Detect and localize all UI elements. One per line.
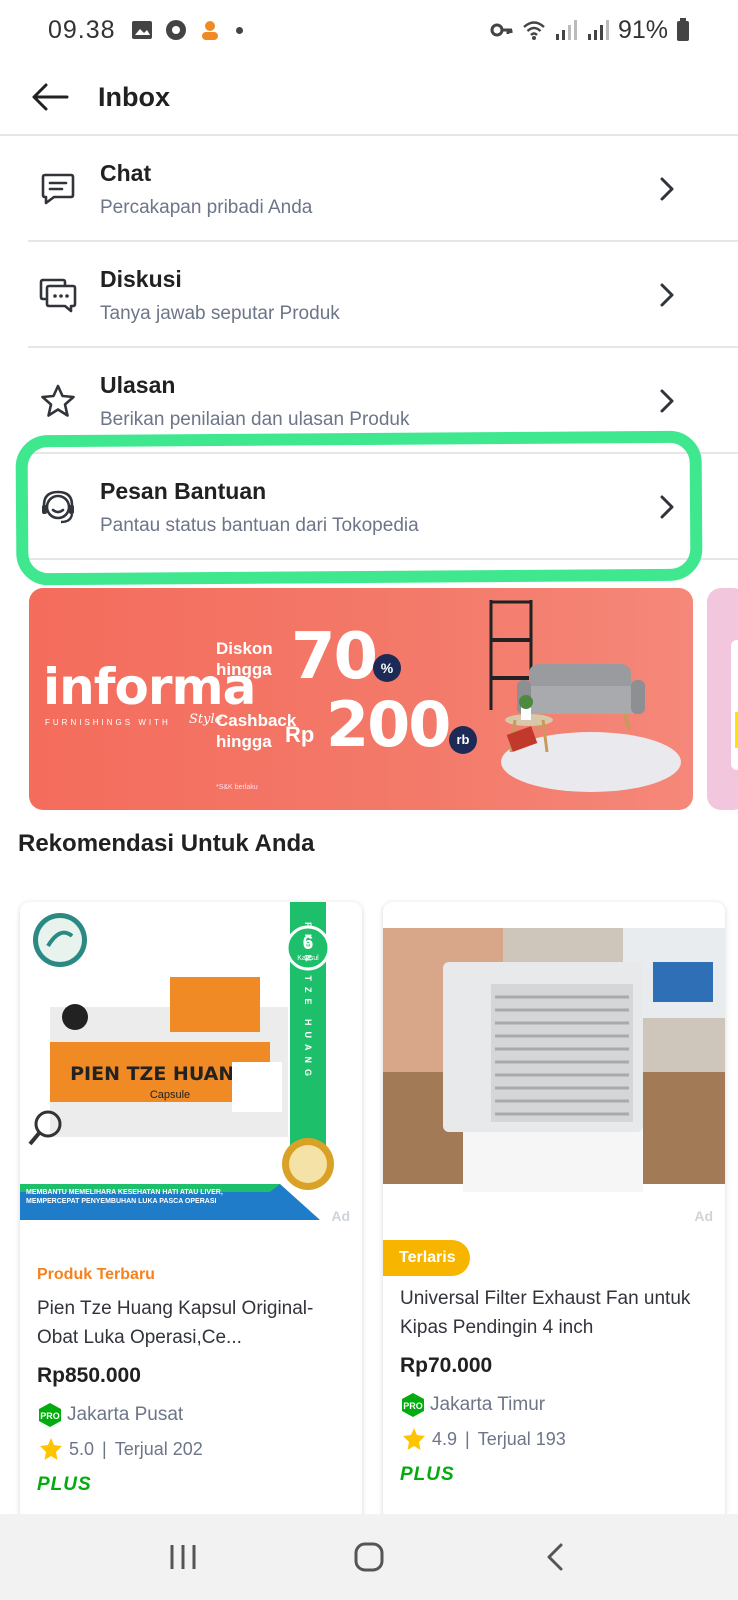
svg-text:PIEN TZE HUANG: PIEN TZE HUANG <box>70 1063 250 1085</box>
pro-badge-icon: PRO <box>402 1393 424 1417</box>
system-back-button[interactable] <box>525 1527 585 1587</box>
product-name: Universal Filter Exhaust Fan untuk Kipas… <box>400 1288 691 1338</box>
battery-percent: 91% <box>617 15 668 44</box>
promo-discount-value: 70 <box>291 620 378 694</box>
ulasan-subtitle: Berikan penilaian dan ulasan Produk <box>100 408 410 430</box>
ad-label: Ad <box>331 1208 350 1224</box>
inbox-item-diskusi[interactable]: Diskusi Tanya jawab seputar Produk <box>0 242 738 348</box>
battery-icon <box>677 18 689 41</box>
product-name: Pien Tze Huang Kapsul Original- Obat Luk… <box>37 1298 314 1348</box>
status-time: 09.38 <box>48 15 116 44</box>
svg-text:PRO: PRO <box>403 1401 423 1411</box>
status-bar: 09.38 91% <box>0 0 738 60</box>
product-card[interactable]: 6 Kapsul PIEN TZE HUANG PIEN TZE HUANG C… <box>20 902 362 1522</box>
home-icon <box>354 1542 384 1572</box>
recommendations-title: Rekomendasi Untuk Anda <box>18 830 315 857</box>
svg-text:PIEN TZE HUANG: PIEN TZE HUANG <box>303 922 313 1082</box>
inbox-item-chat[interactable]: Chat Percakapan pribadi Anda <box>0 136 738 242</box>
ulasan-title: Ulasan <box>100 371 176 398</box>
sold-count: Terjual 193 <box>477 1428 566 1449</box>
chat-title: Chat <box>100 159 152 186</box>
app-notification-icon <box>165 20 186 40</box>
terms-text: *S&K berlaku <box>216 784 258 791</box>
brand-tagline: FURNISHINGS WITH <box>45 718 171 727</box>
furniture-illustration <box>489 600 681 792</box>
product-image: 6 Kapsul PIEN TZE HUANG PIEN TZE HUANG C… <box>20 902 362 1244</box>
product-badge: Terlaris <box>383 1240 470 1276</box>
sold-count: Terjual 202 <box>114 1438 203 1459</box>
product-card[interactable]: Ad Terlaris Universal Filter Exhaust Fan… <box>383 902 725 1522</box>
percent-badge: % <box>373 654 401 682</box>
home-button[interactable] <box>339 1527 399 1587</box>
plus-badge: PLUS <box>400 1464 455 1485</box>
star-rating-icon <box>403 1428 425 1450</box>
chevron-right-icon <box>652 174 682 204</box>
diskusi-subtitle: Tanya jawab seputar Produk <box>100 302 340 324</box>
svg-text:PRO: PRO <box>40 1411 60 1421</box>
avatar-notification-icon <box>201 21 218 40</box>
signal-icon <box>555 20 577 40</box>
location-text: Jakarta Pusat <box>67 1404 184 1425</box>
discussion-icon <box>38 275 78 315</box>
location-text: Jakarta Timur <box>430 1394 546 1415</box>
chat-icon <box>38 169 78 209</box>
back-button[interactable] <box>22 69 78 125</box>
more-notifications-dot <box>235 26 243 34</box>
promo-banner[interactable]: informa FURNISHINGS WITH Style Diskon hi… <box>29 588 693 810</box>
rating-row: 5.0 | Terjual 202 <box>39 1437 203 1461</box>
rating-row: 4.9 | Terjual 193 <box>402 1427 566 1451</box>
plus-badge: PLUS <box>37 1474 92 1495</box>
app-header: Inbox <box>0 60 738 136</box>
next-banner-peek[interactable] <box>707 588 738 810</box>
signal-icon-2 <box>587 20 609 40</box>
back-arrow-icon <box>32 83 69 111</box>
promo-cashback-prefix: Rp <box>285 722 315 747</box>
shop-location: PRO Jakarta Pusat <box>37 1402 183 1428</box>
highlight-annotation <box>15 430 703 586</box>
chevron-right-icon <box>652 386 682 416</box>
star-rating-icon <box>40 1438 62 1460</box>
product-badge: Produk Terbaru <box>37 1266 155 1283</box>
system-icons: 91% <box>490 16 690 45</box>
page-title: Inbox <box>98 81 170 112</box>
star-icon <box>38 381 78 421</box>
back-chevron-icon <box>547 1543 563 1571</box>
rating-value: 5.0 <box>69 1438 95 1459</box>
chevron-right-icon <box>652 280 682 310</box>
recent-apps-icon <box>170 1545 196 1569</box>
product-price: Rp850.000 <box>37 1364 141 1387</box>
gallery-icon <box>131 21 152 39</box>
system-navigation-bar <box>0 1514 738 1600</box>
svg-text:Capsule: Capsule <box>150 1089 190 1101</box>
product-price: Rp70.000 <box>400 1354 493 1377</box>
recent-apps-button[interactable] <box>153 1527 213 1587</box>
key-icon <box>490 23 513 37</box>
chat-subtitle: Percakapan pribadi Anda <box>100 196 313 218</box>
promo-cashback-value: 200 <box>326 688 451 761</box>
promo-discount-label: Diskon hingga <box>216 639 273 679</box>
notification-icons <box>130 19 243 41</box>
wifi-icon <box>523 21 545 40</box>
pro-badge-icon: PRO <box>39 1403 61 1427</box>
rb-badge: rb <box>449 726 477 754</box>
ad-label: Ad <box>694 1208 713 1224</box>
product-image <box>383 902 725 1244</box>
diskusi-title: Diskusi <box>100 265 182 292</box>
rating-value: 4.9 <box>432 1428 458 1449</box>
shop-location: PRO Jakarta Timur <box>400 1392 545 1418</box>
